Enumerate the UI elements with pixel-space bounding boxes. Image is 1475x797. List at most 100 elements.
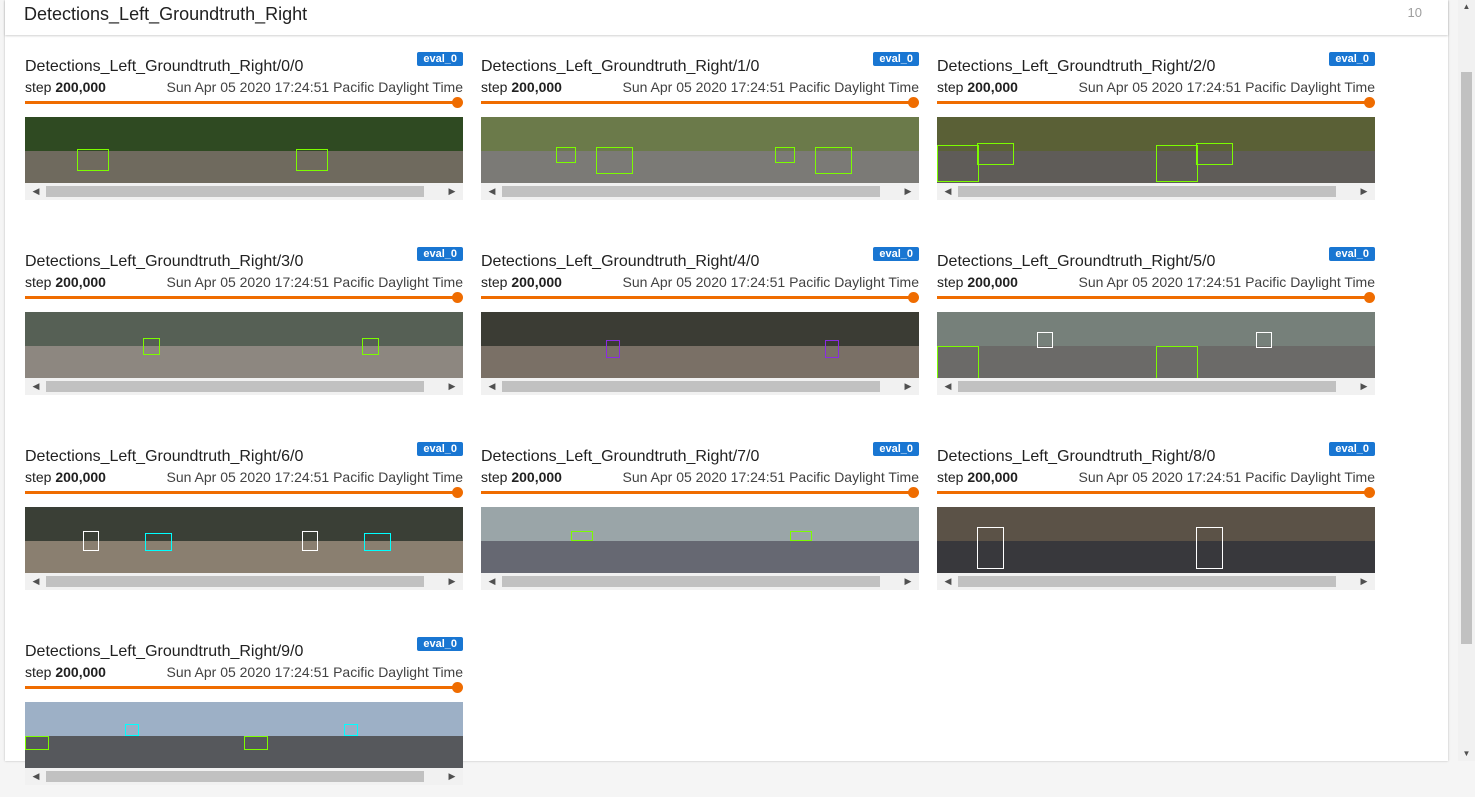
- step-slider-track[interactable]: [481, 101, 913, 104]
- card-tag: Detections_Left_Groundtruth_Right/2/0: [937, 58, 1216, 75]
- horizontal-scroll-thumb[interactable]: [502, 576, 880, 587]
- bounding-box: [937, 346, 979, 378]
- arrow-left-icon[interactable]: ◀: [485, 185, 499, 198]
- sample-image: [481, 117, 919, 183]
- step-slider-track[interactable]: [937, 101, 1369, 104]
- arrow-right-icon[interactable]: ▶: [445, 185, 459, 198]
- step-slider-knob[interactable]: [1364, 97, 1375, 108]
- step-slider[interactable]: [937, 487, 1375, 498]
- arrow-right-icon[interactable]: ▶: [1357, 380, 1371, 393]
- horizontal-scroll-thumb[interactable]: [46, 576, 424, 587]
- step-slider-track[interactable]: [25, 491, 457, 494]
- arrow-left-icon[interactable]: ◀: [29, 770, 43, 783]
- step-readout: step 200,000: [481, 469, 562, 485]
- step-label: step: [937, 79, 964, 95]
- step-slider-track[interactable]: [25, 686, 457, 689]
- step-slider-knob[interactable]: [452, 292, 463, 303]
- step-slider-knob[interactable]: [1364, 292, 1375, 303]
- arrow-left-icon[interactable]: ◀: [941, 380, 955, 393]
- scroll-down-icon[interactable]: ▼: [1458, 747, 1475, 761]
- horizontal-scroll-thumb[interactable]: [958, 576, 1336, 587]
- step-slider[interactable]: [25, 97, 463, 108]
- arrow-left-icon[interactable]: ◀: [485, 575, 499, 588]
- step-value: 200,000: [55, 664, 106, 680]
- step-slider[interactable]: [481, 292, 919, 303]
- image-horizontal-scrollbar[interactable]: ◀ ▶: [25, 573, 463, 590]
- vertical-scroll-thumb[interactable]: [1461, 72, 1472, 644]
- step-slider-knob[interactable]: [452, 487, 463, 498]
- step-value: 200,000: [511, 469, 562, 485]
- image-horizontal-scrollbar[interactable]: ◀ ▶: [25, 183, 463, 200]
- page-vertical-scrollbar[interactable]: ▲ ▼: [1458, 0, 1475, 761]
- step-slider[interactable]: [481, 487, 919, 498]
- step-label: step: [937, 274, 964, 290]
- step-slider[interactable]: [481, 97, 919, 108]
- arrow-right-icon[interactable]: ▶: [445, 770, 459, 783]
- arrow-left-icon[interactable]: ◀: [29, 380, 43, 393]
- step-slider-knob[interactable]: [908, 487, 919, 498]
- step-label: step: [25, 469, 52, 485]
- detections-image-left: [25, 507, 244, 573]
- step-slider[interactable]: [25, 682, 463, 693]
- horizontal-scroll-thumb[interactable]: [46, 381, 424, 392]
- sample-image: [481, 507, 919, 573]
- image-horizontal-scrollbar[interactable]: ◀ ▶: [25, 768, 463, 785]
- image-horizontal-scrollbar[interactable]: ◀ ▶: [937, 183, 1375, 200]
- wall-time: Sun Apr 05 2020 17:24:51 Pacific Dayligh…: [166, 79, 463, 95]
- wall-time: Sun Apr 05 2020 17:24:51 Pacific Dayligh…: [1078, 274, 1375, 290]
- horizontal-scroll-thumb[interactable]: [502, 186, 880, 197]
- category-header[interactable]: Detections_Left_Groundtruth_Right 10: [5, 0, 1448, 35]
- step-slider-track[interactable]: [481, 296, 913, 299]
- arrow-left-icon[interactable]: ◀: [941, 575, 955, 588]
- step-slider-knob[interactable]: [1364, 487, 1375, 498]
- arrow-right-icon[interactable]: ▶: [901, 380, 915, 393]
- horizontal-scroll-thumb[interactable]: [46, 771, 424, 782]
- arrow-right-icon[interactable]: ▶: [1357, 575, 1371, 588]
- bounding-box: [143, 338, 160, 355]
- scroll-up-icon[interactable]: ▲: [1458, 0, 1475, 14]
- image-horizontal-scrollbar[interactable]: ◀ ▶: [25, 378, 463, 395]
- bounding-box: [25, 736, 49, 750]
- step-slider-track[interactable]: [937, 296, 1369, 299]
- step-value: 200,000: [511, 274, 562, 290]
- step-slider-track[interactable]: [25, 101, 457, 104]
- step-slider[interactable]: [937, 292, 1375, 303]
- image-horizontal-scrollbar[interactable]: ◀ ▶: [937, 378, 1375, 395]
- run-badge: eval_0: [873, 52, 919, 66]
- bounding-box: [775, 147, 795, 163]
- image-card: Detections_Left_Groundtruth_Right/0/0 ev…: [25, 52, 463, 212]
- step-slider-track[interactable]: [481, 491, 913, 494]
- arrow-right-icon[interactable]: ▶: [1357, 185, 1371, 198]
- arrow-left-icon[interactable]: ◀: [29, 575, 43, 588]
- arrow-right-icon[interactable]: ▶: [901, 575, 915, 588]
- image-horizontal-scrollbar[interactable]: ◀ ▶: [481, 183, 919, 200]
- step-readout: step 200,000: [25, 274, 106, 290]
- step-slider[interactable]: [937, 97, 1375, 108]
- step-slider-track[interactable]: [937, 491, 1369, 494]
- step-slider-track[interactable]: [25, 296, 457, 299]
- step-slider[interactable]: [25, 292, 463, 303]
- arrow-right-icon[interactable]: ▶: [901, 185, 915, 198]
- bounding-box: [977, 143, 1014, 165]
- horizontal-scroll-thumb[interactable]: [46, 186, 424, 197]
- step-slider-knob[interactable]: [908, 97, 919, 108]
- horizontal-scroll-thumb[interactable]: [958, 381, 1336, 392]
- arrow-right-icon[interactable]: ▶: [445, 380, 459, 393]
- step-slider-knob[interactable]: [452, 97, 463, 108]
- step-slider-knob[interactable]: [452, 682, 463, 693]
- arrow-right-icon[interactable]: ▶: [445, 575, 459, 588]
- run-badge: eval_0: [1329, 247, 1375, 261]
- arrow-left-icon[interactable]: ◀: [29, 185, 43, 198]
- horizontal-scroll-thumb[interactable]: [958, 186, 1336, 197]
- arrow-left-icon[interactable]: ◀: [941, 185, 955, 198]
- image-horizontal-scrollbar[interactable]: ◀ ▶: [481, 378, 919, 395]
- step-slider-knob[interactable]: [908, 292, 919, 303]
- image-horizontal-scrollbar[interactable]: ◀ ▶: [937, 573, 1375, 590]
- horizontal-scroll-thumb[interactable]: [502, 381, 880, 392]
- bounding-box: [571, 531, 593, 541]
- bounding-box: [556, 147, 576, 163]
- detections-image-left: [25, 117, 244, 183]
- image-horizontal-scrollbar[interactable]: ◀ ▶: [481, 573, 919, 590]
- step-slider[interactable]: [25, 487, 463, 498]
- arrow-left-icon[interactable]: ◀: [485, 380, 499, 393]
